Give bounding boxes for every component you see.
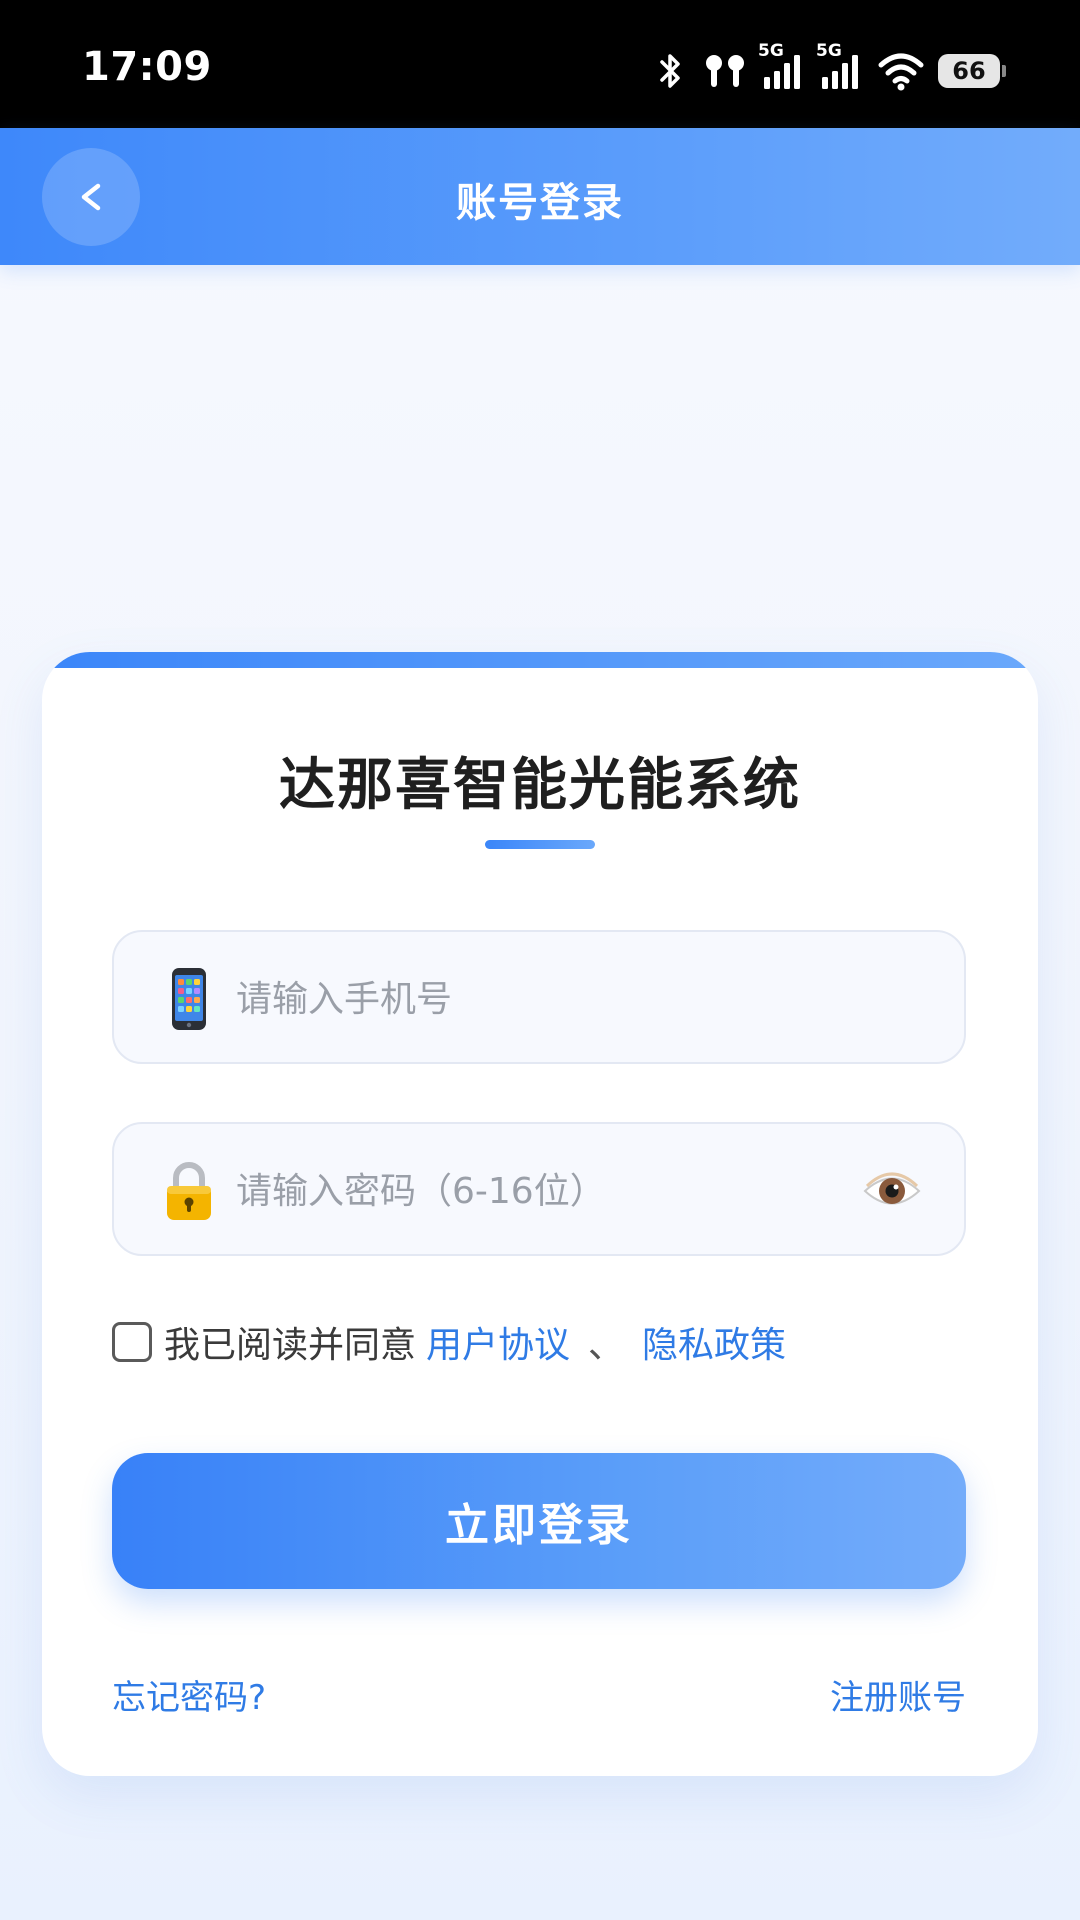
network-type-label: 5G [816,41,842,61]
wifi-icon [878,53,924,91]
login-button[interactable]: 立即登录 [112,1453,966,1589]
agreement-checkbox[interactable] [112,1322,152,1362]
password-field-container[interactable] [112,1122,966,1256]
phone-field-container[interactable] [112,930,966,1064]
mobile-phone-icon [172,968,206,1030]
register-link[interactable]: 注册账号 [830,1670,966,1719]
privacy-policy-link[interactable]: 隐私政策 [642,1316,786,1368]
lock-icon [167,1162,211,1220]
user-agreement-link[interactable]: 用户协议 [426,1316,570,1368]
agreement-row: 我已阅读并同意 用户协议 、 隐私政策 [112,1316,786,1368]
bluetooth-icon [660,54,680,88]
login-card: 达那喜智能光能系统 请输入手机号 我已阅读并同意 用户协议 、 隐私政策 立即登… [42,652,1038,1776]
agreement-text: 我已阅读并同意 [164,1325,417,1366]
signal-group-2: 5G [816,41,864,91]
card-accent-bar [42,652,1038,668]
signal-group-1: 5G [758,41,806,91]
battery-level: 66 [952,57,986,85]
earbuds-icon [706,55,744,87]
agreement-separator: 、 [588,1325,625,1366]
network-type-label: 5G [758,41,784,61]
phone-input[interactable] [234,960,798,1038]
eye-icon[interactable] [862,1164,922,1218]
status-icons: 5G 5G 66 [654,41,1006,94]
forgot-password-link[interactable]: 忘记密码? [112,1670,266,1719]
battery-icon: 66 [938,54,1006,88]
system-title: 达那喜智能光能系统 [279,753,801,818]
password-input[interactable] [234,1152,798,1230]
page-title: 账号登录 [456,180,624,226]
nav-bar: 账号登录 [0,128,1080,265]
status-time: 17:09 [82,44,212,90]
title-underline [485,840,595,849]
status-bar: 17:09 5G 5G 66 [0,0,1080,128]
